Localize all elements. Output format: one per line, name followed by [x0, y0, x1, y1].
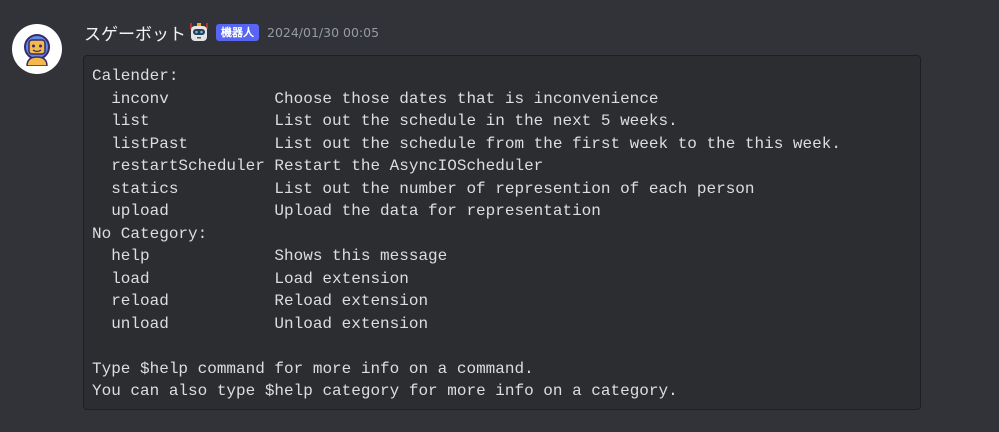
category-heading: Calender: [92, 67, 179, 85]
command-row: listPast List out the schedule from the f… [92, 133, 920, 156]
command-row: upload Upload the data for representation [92, 200, 920, 223]
command-name: help [111, 247, 150, 265]
command-name: upload [111, 202, 169, 220]
command-description: Unload extension [274, 314, 429, 333]
command-row: statics List out the number of representi… [92, 178, 920, 201]
command-description: List out the number of represention of e… [274, 179, 755, 198]
command-row: list List out the schedule in the next 5 … [92, 110, 920, 133]
command-description: List out the schedule in the next 5 week… [274, 112, 678, 130]
command-name: listPast [111, 134, 189, 153]
category-heading: No Category: [92, 224, 208, 243]
command-row: help Shows this message [92, 245, 920, 268]
avatar[interactable] [12, 24, 62, 74]
command-row: restartScheduler Restart the AsyncIOSched… [92, 155, 920, 178]
command-name: load [111, 269, 150, 288]
command-row: inconv Choose those dates that is inconve… [92, 88, 920, 111]
robot-emoji-icon [190, 23, 208, 41]
command-row: reload Reload extension [92, 290, 920, 313]
command-description: Choose those dates that is inconvenience [274, 89, 659, 108]
help-code-block: Calender: inconv Choose those dates that … [83, 55, 921, 410]
command-description: Reload extension [274, 292, 429, 310]
footer-line: You can also type $help category for mor… [92, 382, 678, 400]
username[interactable]: スゲーボット [84, 20, 186, 45]
command-name: restartScheduler [111, 157, 265, 175]
command-description: List out the schedule from the first wee… [274, 134, 841, 153]
command-name: reload [111, 292, 169, 310]
command-name: unload [111, 314, 169, 333]
bot-badge: 機器人 [216, 23, 259, 41]
command-description: Restart the AsyncIOScheduler [274, 157, 544, 175]
command-description: Load extension [274, 269, 409, 288]
command-name: list [111, 112, 150, 130]
message-header: スゲーボット 機器人 2024/01/30 00:05 [84, 20, 379, 45]
command-name: statics [111, 179, 179, 198]
command-name: inconv [111, 89, 169, 108]
command-row: load Load extension [92, 268, 920, 291]
command-description: Upload the data for representation [274, 202, 601, 220]
timestamp[interactable]: 2024/01/30 00:05 [267, 25, 379, 40]
robot-astronaut-icon [24, 34, 50, 66]
command-row: unload Unload extension [92, 313, 920, 336]
command-description: Shows this message [274, 247, 448, 265]
footer-line: Type $help command for more info on a co… [92, 359, 534, 378]
